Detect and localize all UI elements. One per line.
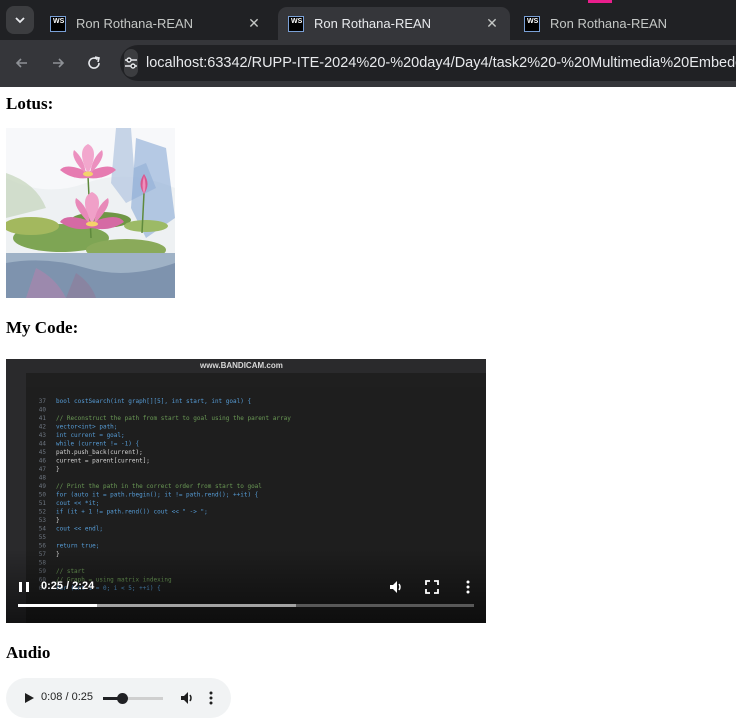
- code-line: cout << endl;: [56, 526, 103, 533]
- volume-icon[interactable]: [179, 690, 195, 706]
- audio-seek-thumb[interactable]: [117, 693, 129, 704]
- code-line-number: 55: [39, 534, 47, 541]
- fullscreen-icon[interactable]: [424, 579, 440, 595]
- code-line-number: 45: [39, 449, 47, 456]
- back-button[interactable]: [8, 49, 36, 77]
- video-player[interactable]: www.BANDICAM.com 37 bool costSearch(int g…: [6, 359, 486, 623]
- webstorm-icon: WS: [50, 15, 66, 32]
- code-line: vector<int> path;: [56, 424, 117, 431]
- audio-player[interactable]: 0:08 / 0:25: [6, 678, 231, 718]
- tab-group-indicator: [588, 0, 612, 3]
- code-line: cout << *it;: [56, 500, 99, 507]
- audio-heading: Audio: [6, 643, 51, 662]
- more-options-icon[interactable]: [203, 690, 219, 706]
- close-tab-icon[interactable]: ✕: [484, 15, 500, 32]
- video-time: 0:25 / 2:24: [41, 580, 95, 592]
- code-line: // Print the path in the correct order f…: [56, 483, 262, 490]
- forward-button[interactable]: [44, 49, 72, 77]
- tab-title: Ron Rothana-REAN: [314, 16, 432, 31]
- code-line: while (current != -1) {: [56, 441, 139, 448]
- video-progress-bar[interactable]: [18, 604, 474, 607]
- video-progress-fill: [18, 604, 98, 607]
- code-line: }: [56, 517, 60, 524]
- code-line: current = parent[current];: [56, 458, 150, 465]
- lotus-heading: Lotus:: [6, 94, 54, 113]
- code-line: bool costSearch(int graph[][5], int star…: [56, 398, 251, 405]
- tab-strip: WS Ron Rothana-REAN ✕ WS Ron Rothana-REA…: [0, 0, 736, 40]
- reload-icon: [88, 56, 100, 69]
- code-line: if (it + 1 != path.rend()) cout << " -> …: [56, 509, 208, 516]
- tab-title: Ron Rothana-REAN: [550, 16, 668, 31]
- webstorm-icon: WS: [288, 15, 304, 32]
- code-line-number: 43: [39, 432, 47, 439]
- pause-icon[interactable]: [16, 579, 32, 595]
- code-line-number: 53: [39, 517, 47, 524]
- browser-tab-1[interactable]: WS Ron Rothana-REAN ✕: [46, 7, 272, 40]
- code-line-number: 50: [39, 492, 47, 499]
- code-line-number: 41: [39, 415, 47, 422]
- code-line-number: 37: [39, 398, 47, 405]
- code-line: int current = goal;: [56, 432, 125, 439]
- code-line: }: [56, 466, 60, 473]
- volume-icon[interactable]: [388, 579, 404, 595]
- code-line-number: 46: [39, 458, 47, 465]
- address-bar[interactable]: localhost:63342/RUPP-ITE-2024%20-%20day4…: [120, 45, 736, 81]
- code-heading: My Code:: [6, 318, 79, 337]
- code-line-number: 52: [39, 509, 47, 516]
- browser-tab-3[interactable]: WS Ron Rothana-REAN: [516, 7, 736, 40]
- code-line: for (auto it = path.rbegin(); it != path…: [56, 492, 258, 499]
- close-tab-icon[interactable]: ✕: [246, 15, 262, 32]
- code-line-number: 48: [39, 475, 47, 482]
- more-options-icon[interactable]: [460, 579, 476, 595]
- vscode-tabs: [26, 373, 486, 387]
- audio-seek-bar[interactable]: [103, 693, 163, 704]
- code-line-number: 42: [39, 424, 47, 431]
- tune-icon: [125, 57, 137, 69]
- code-line-number: 44: [39, 441, 47, 448]
- lotus-image: [6, 128, 175, 298]
- chevron-down-icon: [15, 17, 25, 24]
- forward-arrow-icon: [53, 58, 65, 68]
- code-line-number: 40: [39, 407, 47, 414]
- code-line-number: 49: [39, 483, 47, 490]
- code-line-number: 51: [39, 500, 47, 507]
- code-line: path.push_back(current);: [56, 449, 143, 456]
- bandicam-watermark: www.BANDICAM.com: [200, 361, 283, 370]
- url-text[interactable]: localhost:63342/RUPP-ITE-2024%20-%20day4…: [146, 55, 736, 71]
- tab-search-button[interactable]: [6, 6, 34, 34]
- reload-button[interactable]: [80, 49, 108, 77]
- back-arrow-icon: [15, 58, 27, 68]
- code-line-number: 47: [39, 466, 47, 473]
- webstorm-icon: WS: [524, 15, 540, 32]
- code-line: // Reconstruct the path from start to go…: [56, 415, 291, 422]
- vscode-titlebar: www.BANDICAM.com: [6, 359, 486, 373]
- play-icon[interactable]: [21, 690, 37, 706]
- code-line-number: 54: [39, 526, 47, 533]
- browser-toolbar: localhost:63342/RUPP-ITE-2024%20-%20day4…: [0, 40, 736, 87]
- tab-title: Ron Rothana-REAN: [76, 16, 194, 31]
- browser-tab-2-active[interactable]: WS Ron Rothana-REAN ✕: [278, 7, 510, 40]
- audio-time: 0:08 / 0:25: [41, 691, 93, 703]
- site-info-button[interactable]: [124, 49, 138, 77]
